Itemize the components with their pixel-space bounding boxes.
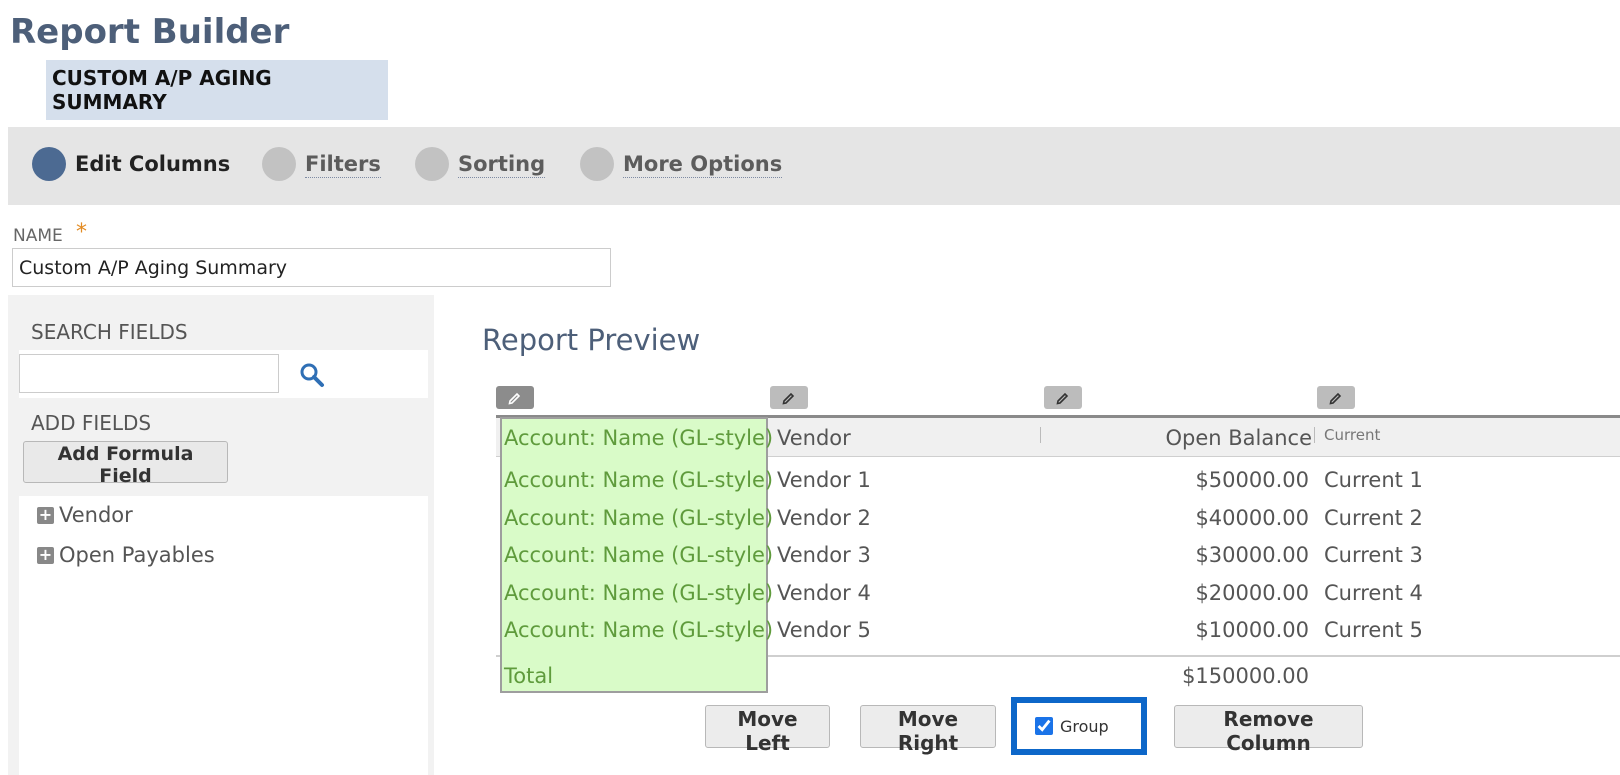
cell-current: Current 5: [1324, 618, 1423, 642]
column-header-vendor[interactable]: Vendor: [777, 425, 851, 451]
step-label: Edit Columns: [75, 152, 231, 176]
pencil-icon: [1329, 392, 1342, 405]
cell-current: Current 2: [1324, 506, 1423, 530]
tree-item-open-payables[interactable]: + Open Payables: [37, 543, 215, 567]
column-header-current[interactable]: Current: [1324, 422, 1380, 448]
search-icon[interactable]: [299, 362, 325, 392]
cell-vendor: Vendor 2: [777, 506, 871, 530]
step-indicator-icon: [32, 147, 66, 181]
cell-open-balance: $10000.00: [1195, 618, 1309, 642]
tree-item-vendor[interactable]: + Vendor: [37, 503, 133, 527]
add-formula-field-button[interactable]: Add Formula Field: [23, 441, 228, 487]
group-label: Group: [1060, 716, 1109, 736]
search-fields-label: SEARCH FIELDS: [31, 320, 188, 344]
report-preview-title: Report Preview: [482, 323, 701, 357]
report-type-label: CUSTOM A/P AGING SUMMARY: [46, 60, 388, 120]
required-mark: *: [76, 220, 87, 245]
cell-vendor: Vendor 1: [777, 468, 871, 492]
column-header-account[interactable]: Account: Name (GL-style): [504, 425, 773, 451]
cell-open-balance: $50000.00: [1195, 468, 1309, 492]
step-more-options[interactable]: More Options: [580, 147, 783, 181]
expand-plus-icon[interactable]: +: [37, 506, 54, 524]
step-label: Filters: [305, 151, 381, 178]
step-label: Sorting: [458, 151, 546, 178]
group-option-highlight: Group: [1011, 697, 1147, 755]
edit-column-open-balance-button[interactable]: [1044, 386, 1082, 409]
step-edit-columns[interactable]: Edit Columns: [32, 147, 230, 181]
page-title: Report Builder: [10, 12, 290, 52]
cell-account: Account: Name (GL-style): [504, 506, 774, 530]
expand-plus-icon[interactable]: +: [37, 546, 54, 564]
steps-bar: Edit Columns Filters Sorting More Option…: [8, 127, 1620, 205]
cell-open-balance: $20000.00: [1195, 581, 1309, 605]
cell-vendor: Vendor 3: [777, 543, 871, 567]
edit-column-current-button[interactable]: [1317, 386, 1355, 409]
field-tree: [19, 496, 428, 775]
tree-item-label: Open Payables: [59, 543, 215, 567]
cell-current: Current 1: [1324, 468, 1423, 492]
cell-open-balance: $40000.00: [1195, 506, 1309, 530]
step-sorting[interactable]: Sorting: [415, 147, 546, 181]
total-open-balance: $150000.00: [1182, 664, 1309, 688]
move-left-button[interactable]: Move Left: [705, 705, 830, 755]
step-indicator-icon: [415, 147, 449, 181]
cell-account: Account: Name (GL-style): [504, 581, 774, 605]
search-fields-input[interactable]: [19, 354, 279, 393]
name-label: NAME: [13, 226, 63, 246]
cell-vendor: Vendor 5: [777, 618, 871, 642]
pencil-icon: [782, 392, 795, 405]
column-divider: [1314, 427, 1315, 443]
step-filters[interactable]: Filters: [262, 147, 381, 181]
report-name-input[interactable]: [12, 248, 611, 287]
column-header-open-balance[interactable]: Open Balance: [1050, 425, 1312, 451]
cell-account: Account: Name (GL-style): [504, 543, 774, 567]
pencil-icon: [1056, 392, 1069, 405]
column-divider: [1040, 427, 1041, 443]
cell-account: Account: Name (GL-style): [504, 618, 774, 642]
cell-vendor: Vendor 4: [777, 581, 871, 605]
cell-current: Current 4: [1324, 581, 1423, 605]
edit-column-vendor-button[interactable]: [770, 386, 808, 409]
add-fields-label: ADD FIELDS: [31, 411, 152, 435]
step-indicator-icon: [580, 147, 614, 181]
move-right-button[interactable]: Move Right: [860, 705, 996, 755]
cell-open-balance: $30000.00: [1195, 543, 1309, 567]
group-checkbox[interactable]: [1035, 717, 1053, 735]
total-label: Total: [504, 664, 554, 688]
cell-current: Current 3: [1324, 543, 1423, 567]
pencil-icon: [508, 392, 521, 405]
tree-item-label: Vendor: [59, 503, 133, 527]
step-indicator-icon: [262, 147, 296, 181]
step-label: More Options: [623, 151, 783, 178]
edit-column-account-button[interactable]: [496, 386, 534, 409]
remove-column-button[interactable]: Remove Column: [1174, 705, 1363, 755]
cell-account: Account: Name (GL-style): [504, 468, 774, 492]
